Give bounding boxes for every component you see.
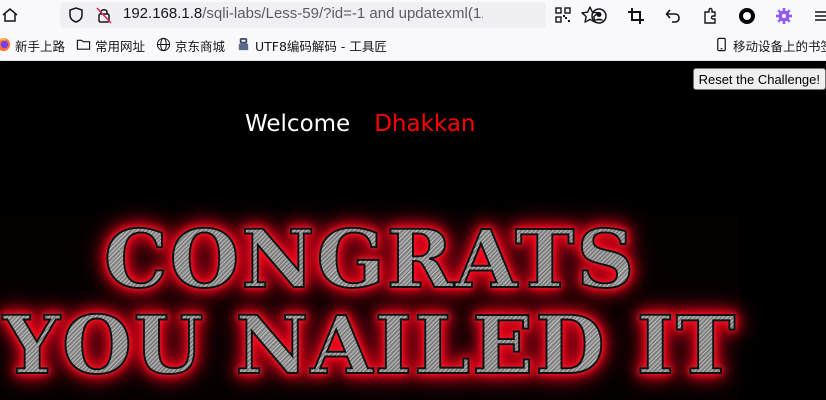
bookmark-jd[interactable]: 京东商城 — [156, 36, 225, 55]
qr-code-icon[interactable] — [554, 6, 572, 28]
bookmark-label: 京东商城 — [175, 39, 226, 54]
bookmark-label: 常用网址 — [95, 39, 146, 54]
url-fade — [510, 5, 530, 25]
bookmark-firefox[interactable]: 新手上路 — [0, 36, 65, 55]
lock-slash-icon[interactable] — [95, 6, 113, 28]
account-icon[interactable] — [586, 3, 612, 29]
mobile-icon — [714, 37, 729, 55]
url-text[interactable]: 192.168.1.8/sqli-labs/Less-59/?id=-1 and… — [123, 5, 483, 22]
crop-icon[interactable] — [623, 3, 649, 29]
home-icon[interactable] — [0, 2, 20, 28]
welcome-message: Welcome Dhakkan — [245, 111, 476, 137]
bookmark-utf8[interactable]: UTF8编码解码 - 工具匠 — [236, 36, 387, 55]
folder-icon — [76, 37, 91, 55]
bookmark-folder[interactable]: 常用网址 — [76, 36, 145, 55]
page-content: Reset the Challenge! Welcome Dhakkan CONG… — [0, 61, 826, 400]
welcome-label: Welcome — [245, 111, 351, 137]
menu-icon[interactable] — [808, 3, 826, 29]
extensions-icon[interactable] — [697, 3, 723, 29]
bookmark-label: UTF8编码解码 - 工具匠 — [255, 39, 387, 54]
url-host: 192.168.1.8 — [123, 5, 203, 22]
site-icon — [236, 37, 251, 55]
gear-icon[interactable] — [771, 3, 797, 29]
shield-icon[interactable] — [67, 6, 85, 28]
congrats-banner-image: CONGRATS YOU NAILED IT — [0, 211, 740, 400]
bookmarks-bar: 新手上路 常用网址 京东商城 UTF8编码解码 - 工具匠 移动设备上的书签 — [0, 31, 826, 61]
undo-icon[interactable] — [660, 3, 686, 29]
bookmark-mobile[interactable]: 移动设备上的书签 — [714, 36, 826, 55]
username-label: Dhakkan — [374, 111, 476, 137]
banner-line-nailed: YOU NAILED IT — [2, 297, 738, 393]
toolbar-right — [586, 3, 826, 29]
url-bar[interactable]: 192.168.1.8/sqli-labs/Less-59/?id=-1 and… — [60, 2, 599, 28]
firefox-icon — [0, 37, 11, 55]
bookmark-label: 新手上路 — [15, 39, 66, 54]
circle-icon[interactable] — [734, 3, 760, 29]
globe-icon — [156, 37, 171, 55]
browser-toolbar: 192.168.1.8/sqli-labs/Less-59/?id=-1 and… — [0, 0, 826, 31]
reset-challenge-button[interactable]: Reset the Challenge! — [692, 68, 826, 90]
banner-line-congrats: CONGRATS — [103, 211, 637, 307]
url-path: /sqli-labs/Less-59/?id=-1 and updatexml(… — [202, 5, 483, 22]
bookmark-label: 移动设备上的书签 — [733, 39, 826, 54]
